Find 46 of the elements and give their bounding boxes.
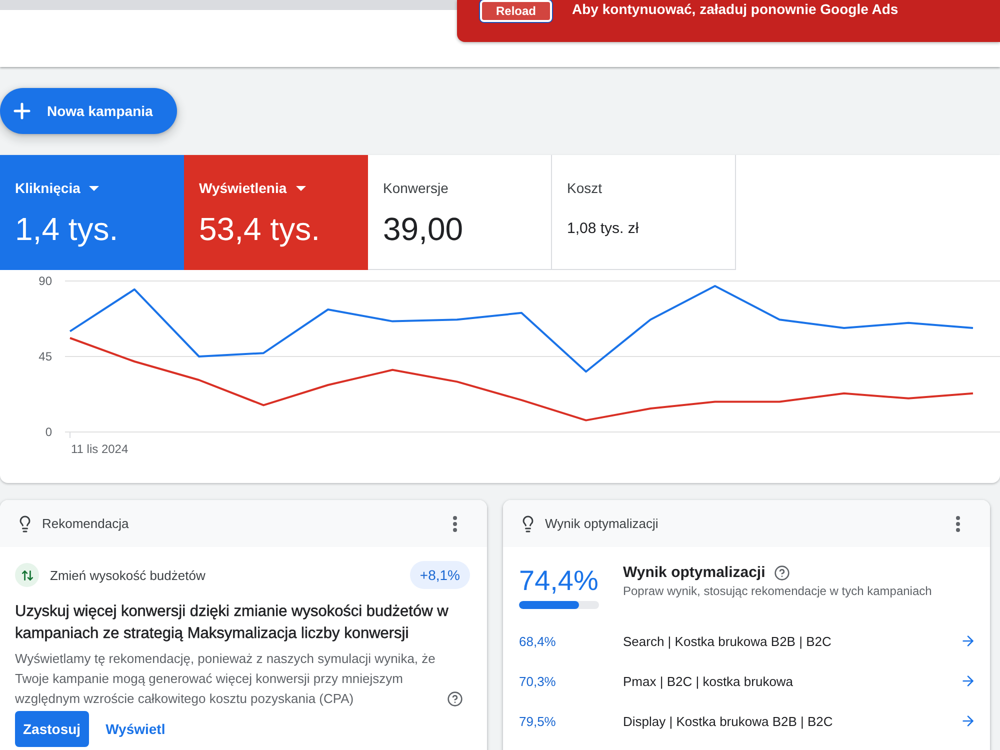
card-title: Rekomendacja <box>42 516 129 531</box>
help-icon[interactable] <box>774 565 790 581</box>
campaign-score: 68,4% <box>519 634 557 648</box>
banner-message: Aby kontynuować, załaduj ponownie Google Ads <box>572 0 898 18</box>
new-campaign-button[interactable]: Nowa kampania <box>0 88 177 134</box>
metric-label: Koszt <box>567 180 602 196</box>
help-icon[interactable] <box>447 691 463 707</box>
arrow-right-icon[interactable] <box>960 713 976 729</box>
campaign-name: Search | Kostka brukowa B2B | B2C <box>623 634 832 648</box>
more-vertical-icon <box>453 516 457 532</box>
metric-label: Wyświetlenia <box>199 180 287 196</box>
metric-label: Kliknięcia <box>15 180 80 196</box>
metric-tile[interactable]: Konwersje 39,00 <box>368 155 552 270</box>
recommendation-type: Zmień wysokość budżetów <box>50 568 206 582</box>
axis-tick-label: 0 <box>45 425 52 439</box>
caret-icon <box>89 186 100 190</box>
campaign-name: Display | Kostka brukowa B2B | B2C <box>623 714 834 728</box>
optimization-score: 74,4% <box>519 565 600 597</box>
campaign-name: Pmax | B2C | kostka brukowa <box>623 674 794 688</box>
card-title: Wynik optymalizacji <box>545 516 658 531</box>
metric-tile[interactable]: Wyświetlenia 53,4 tys. <box>184 155 368 270</box>
metric-value: 53,4 tys. <box>199 210 321 249</box>
optimization-subheading: Popraw wynik, stosując rekomendacje w tych kampaniach <box>623 583 932 599</box>
axis-tick-label: 90 <box>38 274 52 288</box>
view-button[interactable]: Wyświetl <box>106 711 166 747</box>
recommendation-description: Wyświetlamy tę rekomendację, ponieważ z naszych symulacji wynika, że Twoje kampanie mogą generować więcej konwersji przy mniejszym względnym wzroście całkowitego kosztu pozyskania (CPA) <box>15 650 436 708</box>
up-down-arrows-icon <box>15 563 39 587</box>
caret-icon <box>296 186 306 190</box>
date-label: 11 lis 2024 <box>71 442 128 456</box>
axis-tick-label: 45 <box>38 350 52 364</box>
campaign-score: 70,3% <box>519 674 557 688</box>
reload-button[interactable]: Reload <box>480 0 552 22</box>
metric-value: 39,00 <box>383 210 464 249</box>
campaign-score: 79,5% <box>519 714 557 728</box>
metric-tile[interactable]: Kliknięcia 1,4 tys. <box>0 155 184 270</box>
apply-button[interactable]: Zastosuj <box>15 711 89 747</box>
metric-value: 1,08 tys. zł <box>567 219 640 239</box>
optimization-heading: Wynik optymalizacji <box>623 563 766 583</box>
metric-label: Konwersje <box>383 180 448 196</box>
uplift-badge: +8,1% <box>410 561 470 589</box>
arrow-right-icon[interactable] <box>960 633 976 649</box>
metric-tile[interactable]: Koszt 1,08 tys. zł <box>552 155 736 270</box>
arrow-right-icon[interactable] <box>960 673 976 689</box>
metric-value: 1,4 tys. <box>15 210 120 249</box>
more-vertical-icon <box>956 516 960 532</box>
recommendation-headline: Uzyskuj więcej konwersji dzięki zmianie wysokości budżetów w kampaniach ze strategią Maksymalizacja liczby konwersji <box>15 602 450 644</box>
